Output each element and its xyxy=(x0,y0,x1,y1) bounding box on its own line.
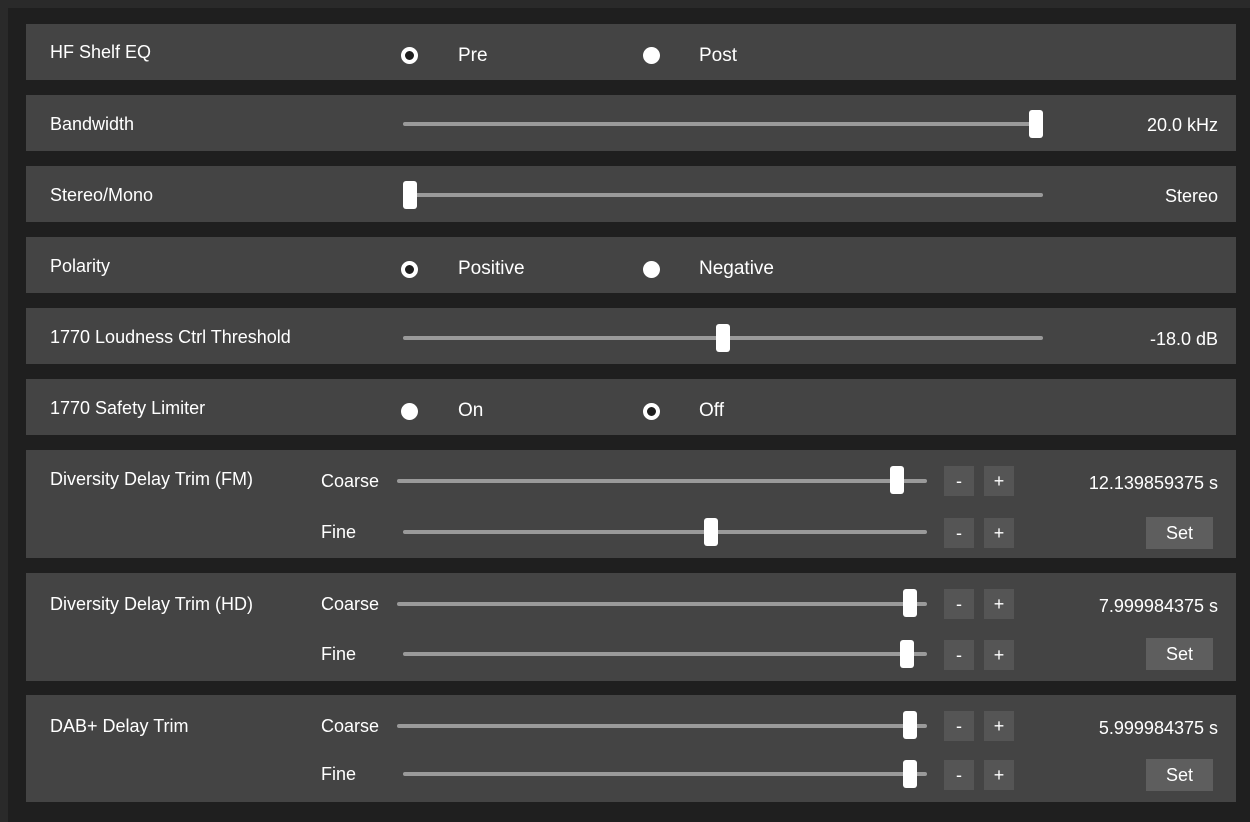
dab-fine-label: Fine xyxy=(321,764,357,784)
loudness-threshold-label: 1770 Loudness Ctrl Threshold xyxy=(50,327,291,347)
hd-coarse-slider-track[interactable] xyxy=(397,602,927,606)
hd-fine-slider-track[interactable] xyxy=(403,652,927,656)
bandwidth-value: 20.0 kHz xyxy=(1146,115,1218,135)
stereo-mono-slider-thumb[interactable] xyxy=(403,181,417,209)
hf-shelf-post-radio[interactable] xyxy=(643,47,660,64)
hd-coarse-label: Coarse xyxy=(321,594,380,614)
dab-coarse-decrement-button[interactable]: - xyxy=(944,711,974,741)
dab-coarse-label: Coarse xyxy=(321,716,380,736)
safety-limiter-label: 1770 Safety Limiter xyxy=(50,398,206,418)
polarity-label: Polarity xyxy=(50,256,111,276)
dab-set-button[interactable]: Set xyxy=(1146,759,1213,791)
bandwidth-slider-track[interactable] xyxy=(403,122,1043,126)
bandwidth-slider-thumb[interactable] xyxy=(1029,110,1043,138)
dab-delay-trim-label: DAB+ Delay Trim xyxy=(50,716,189,736)
stereo-mono-label: Stereo/Mono xyxy=(50,185,154,205)
hf-shelf-post-label: Post xyxy=(699,45,738,66)
dab-fine-decrement-button[interactable]: - xyxy=(944,760,974,790)
loudness-threshold-slider-thumb[interactable] xyxy=(716,324,730,352)
stereo-mono-row: Stereo/Mono Stereo xyxy=(26,166,1236,222)
dab-fine-increment-button[interactable]: + xyxy=(984,760,1014,790)
safety-limiter-row: 1770 Safety Limiter On Off xyxy=(26,379,1236,435)
fm-fine-increment-button[interactable]: + xyxy=(984,518,1014,548)
polarity-negative-label: Negative xyxy=(699,258,774,279)
safety-limiter-off-label: Off xyxy=(699,400,724,421)
dab-delay-trim-row: DAB+ Delay Trim Coarse - + 5.999984375 s… xyxy=(26,695,1236,802)
fm-fine-label: Fine xyxy=(321,522,357,542)
bandwidth-label: Bandwidth xyxy=(50,114,135,134)
stereo-mono-value: Stereo xyxy=(1164,186,1218,206)
dab-fine-slider-track[interactable] xyxy=(403,772,927,776)
hf-shelf-eq-row: HF Shelf EQ Pre Post xyxy=(26,24,1236,80)
dab-coarse-slider-track[interactable] xyxy=(397,724,927,728)
fm-set-button[interactable]: Set xyxy=(1146,517,1213,549)
fm-coarse-slider-thumb[interactable] xyxy=(889,466,904,494)
fm-delay-trim-row: Diversity Delay Trim (FM) Coarse - + 12.… xyxy=(26,450,1236,558)
fm-fine-decrement-button[interactable]: - xyxy=(944,518,974,548)
stereo-mono-slider-track[interactable] xyxy=(403,193,1043,197)
hd-fine-increment-button[interactable]: + xyxy=(984,640,1014,670)
hf-shelf-pre-label: Pre xyxy=(458,45,488,66)
polarity-row: Polarity Positive Negative xyxy=(26,237,1236,293)
fm-fine-slider-track[interactable] xyxy=(403,530,927,534)
polarity-negative-radio[interactable] xyxy=(643,261,660,278)
hd-delay-trim-label: Diversity Delay Trim (HD) xyxy=(50,594,254,614)
hd-delay-value: 7.999984375 s xyxy=(1098,596,1218,616)
dab-fine-slider-thumb[interactable] xyxy=(902,760,917,788)
fm-coarse-increment-button[interactable]: + xyxy=(984,466,1014,496)
hd-fine-decrement-button[interactable]: - xyxy=(944,640,974,670)
safety-limiter-off-radio[interactable] xyxy=(643,403,660,420)
polarity-positive-radio[interactable] xyxy=(401,261,418,278)
fm-delay-value: 12.139859375 s xyxy=(1088,473,1218,493)
hd-coarse-decrement-button[interactable]: - xyxy=(944,589,974,619)
hd-coarse-increment-button[interactable]: + xyxy=(984,589,1014,619)
hd-delay-trim-row: Diversity Delay Trim (HD) Coarse - + 7.9… xyxy=(26,573,1236,681)
fm-coarse-decrement-button[interactable]: - xyxy=(944,466,974,496)
loudness-threshold-value: -18.0 dB xyxy=(1149,329,1218,349)
hd-fine-label: Fine xyxy=(321,644,357,664)
bandwidth-row: Bandwidth 20.0 kHz xyxy=(26,95,1236,151)
loudness-threshold-row: 1770 Loudness Ctrl Threshold -18.0 dB xyxy=(26,308,1236,364)
hf-shelf-pre-radio[interactable] xyxy=(401,47,418,64)
safety-limiter-on-label: On xyxy=(458,400,484,421)
hd-coarse-slider-thumb[interactable] xyxy=(902,589,917,617)
dab-coarse-increment-button[interactable]: + xyxy=(984,711,1014,741)
dab-coarse-slider-thumb[interactable] xyxy=(902,711,917,739)
fm-coarse-slider-track[interactable] xyxy=(397,479,927,483)
hd-set-button[interactable]: Set xyxy=(1146,638,1213,670)
fm-delay-trim-label: Diversity Delay Trim (FM) xyxy=(50,469,253,489)
hd-fine-slider-thumb[interactable] xyxy=(900,640,915,668)
fm-fine-slider-thumb[interactable] xyxy=(703,518,718,546)
safety-limiter-on-radio[interactable] xyxy=(401,403,418,420)
polarity-positive-label: Positive xyxy=(458,258,525,279)
hf-shelf-eq-label: HF Shelf EQ xyxy=(50,42,152,62)
fm-coarse-label: Coarse xyxy=(321,471,380,491)
dab-delay-value: 5.999984375 s xyxy=(1098,718,1218,738)
